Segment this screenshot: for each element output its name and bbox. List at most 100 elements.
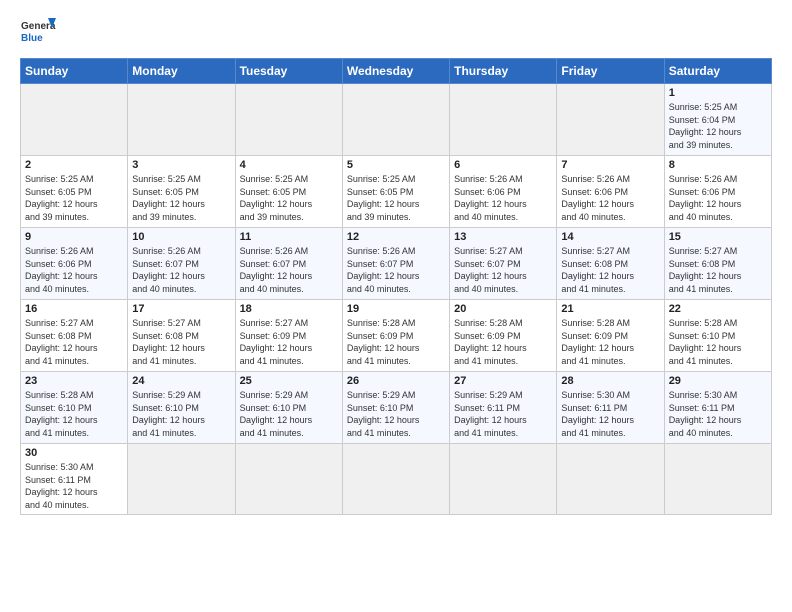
day-number: 12 xyxy=(347,231,445,243)
calendar-cell: 27Sunrise: 5:29 AMSunset: 6:11 PMDayligh… xyxy=(450,372,557,444)
calendar-cell xyxy=(235,84,342,156)
calendar-cell: 8Sunrise: 5:26 AMSunset: 6:06 PMDaylight… xyxy=(664,156,771,228)
day-info: Sunrise: 5:26 AMSunset: 6:06 PMDaylight:… xyxy=(454,173,552,223)
logo-container: General Blue xyxy=(20,16,56,52)
day-info: Sunrise: 5:30 AMSunset: 6:11 PMDaylight:… xyxy=(25,461,123,511)
day-number: 21 xyxy=(561,303,659,315)
header-cell-tuesday: Tuesday xyxy=(235,59,342,84)
day-info: Sunrise: 5:26 AMSunset: 6:06 PMDaylight:… xyxy=(25,245,123,295)
calendar-cell xyxy=(342,84,449,156)
day-info: Sunrise: 5:26 AMSunset: 6:07 PMDaylight:… xyxy=(347,245,445,295)
day-number: 25 xyxy=(240,375,338,387)
calendar-cell: 30 Sunrise: 5:30 AMSunset: 6:11 PMDayligh… xyxy=(21,444,128,515)
calendar-cell: 14 Sunrise: 5:27 AMSunset: 6:08 PMDayligh… xyxy=(557,228,664,300)
calendar-cell xyxy=(664,444,771,515)
calendar-week-2: 2Sunrise: 5:25 AMSunset: 6:05 PMDaylight… xyxy=(21,156,772,228)
day-number: 17 xyxy=(132,303,230,315)
calendar-cell xyxy=(450,84,557,156)
calendar-cell: 25 Sunrise: 5:29 AMSunset: 6:10 PMDayligh… xyxy=(235,372,342,444)
calendar-cell: 28 Sunrise: 5:30 AMSunset: 6:11 PMDayligh… xyxy=(557,372,664,444)
calendar-cell: 29Sunrise: 5:30 AMSunset: 6:11 PMDayligh… xyxy=(664,372,771,444)
calendar-cell: 20 Sunrise: 5:28 AMSunset: 6:09 PMDayligh… xyxy=(450,300,557,372)
day-info: Sunrise: 5:29 AMSunset: 6:10 PMDaylight:… xyxy=(132,389,230,439)
day-info: Sunrise: 5:27 AMSunset: 6:07 PMDaylight:… xyxy=(454,245,552,295)
calendar-cell: 10Sunrise: 5:26 AMSunset: 6:07 PMDayligh… xyxy=(128,228,235,300)
day-number: 20 xyxy=(454,303,552,315)
header-cell-monday: Monday xyxy=(128,59,235,84)
day-info: Sunrise: 5:29 AMSunset: 6:10 PMDaylight:… xyxy=(347,389,445,439)
calendar-cell xyxy=(557,444,664,515)
page-header: General Blue xyxy=(20,16,772,52)
day-info: Sunrise: 5:28 AMSunset: 6:09 PMDaylight:… xyxy=(561,317,659,367)
day-number: 14 xyxy=(561,231,659,243)
calendar-cell: 7Sunrise: 5:26 AMSunset: 6:06 PMDaylight… xyxy=(557,156,664,228)
day-number: 29 xyxy=(669,375,767,387)
day-number: 6 xyxy=(454,159,552,171)
day-info: Sunrise: 5:25 AMSunset: 6:05 PMDaylight:… xyxy=(25,173,123,223)
header-cell-thursday: Thursday xyxy=(450,59,557,84)
header-cell-wednesday: Wednesday xyxy=(342,59,449,84)
calendar-cell: 18 Sunrise: 5:27 AMSunset: 6:09 PMDayligh… xyxy=(235,300,342,372)
header-row: SundayMondayTuesdayWednesdayThursdayFrid… xyxy=(21,59,772,84)
calendar-cell: 3 Sunrise: 5:25 AMSunset: 6:05 PMDaylight… xyxy=(128,156,235,228)
calendar-cell xyxy=(21,84,128,156)
calendar-cell: 16Sunrise: 5:27 AMSunset: 6:08 PMDayligh… xyxy=(21,300,128,372)
calendar-week-3: 9 Sunrise: 5:26 AMSunset: 6:06 PMDaylight… xyxy=(21,228,772,300)
calendar-cell xyxy=(128,444,235,515)
day-info: Sunrise: 5:25 AMSunset: 6:05 PMDaylight:… xyxy=(240,173,338,223)
day-info: Sunrise: 5:29 AMSunset: 6:11 PMDaylight:… xyxy=(454,389,552,439)
calendar-cell: 21 Sunrise: 5:28 AMSunset: 6:09 PMDayligh… xyxy=(557,300,664,372)
calendar-week-4: 16Sunrise: 5:27 AMSunset: 6:08 PMDayligh… xyxy=(21,300,772,372)
calendar-cell: 6 Sunrise: 5:26 AMSunset: 6:06 PMDaylight… xyxy=(450,156,557,228)
logo: General Blue xyxy=(20,16,56,52)
calendar-cell: 17Sunrise: 5:27 AMSunset: 6:08 PMDayligh… xyxy=(128,300,235,372)
day-number: 13 xyxy=(454,231,552,243)
day-number: 1 xyxy=(669,87,767,99)
calendar-cell: 19Sunrise: 5:28 AMSunset: 6:09 PMDayligh… xyxy=(342,300,449,372)
calendar-week-1: 1 Sunrise: 5:25 AMSunset: 6:04 PMDaylight… xyxy=(21,84,772,156)
day-info: Sunrise: 5:26 AMSunset: 6:06 PMDaylight:… xyxy=(669,173,767,223)
day-number: 24 xyxy=(132,375,230,387)
day-info: Sunrise: 5:27 AMSunset: 6:09 PMDaylight:… xyxy=(240,317,338,367)
calendar-week-6: 30 Sunrise: 5:30 AMSunset: 6:11 PMDayligh… xyxy=(21,444,772,515)
day-info: Sunrise: 5:26 AMSunset: 6:07 PMDaylight:… xyxy=(240,245,338,295)
calendar-week-5: 23Sunrise: 5:28 AMSunset: 6:10 PMDayligh… xyxy=(21,372,772,444)
calendar-cell: 26 Sunrise: 5:29 AMSunset: 6:10 PMDayligh… xyxy=(342,372,449,444)
day-info: Sunrise: 5:25 AMSunset: 6:04 PMDaylight:… xyxy=(669,101,767,151)
day-info: Sunrise: 5:28 AMSunset: 6:09 PMDaylight:… xyxy=(454,317,552,367)
calendar-cell xyxy=(128,84,235,156)
calendar-cell: 5Sunrise: 5:25 AMSunset: 6:05 PMDaylight… xyxy=(342,156,449,228)
day-info: Sunrise: 5:27 AMSunset: 6:08 PMDaylight:… xyxy=(561,245,659,295)
calendar-cell: 1 Sunrise: 5:25 AMSunset: 6:04 PMDaylight… xyxy=(664,84,771,156)
day-info: Sunrise: 5:26 AMSunset: 6:06 PMDaylight:… xyxy=(561,173,659,223)
day-info: Sunrise: 5:26 AMSunset: 6:07 PMDaylight:… xyxy=(132,245,230,295)
day-number: 26 xyxy=(347,375,445,387)
header-cell-saturday: Saturday xyxy=(664,59,771,84)
day-number: 23 xyxy=(25,375,123,387)
day-number: 3 xyxy=(132,159,230,171)
logo-svg: General Blue xyxy=(20,16,56,52)
svg-text:Blue: Blue xyxy=(21,33,43,44)
calendar-cell: 23Sunrise: 5:28 AMSunset: 6:10 PMDayligh… xyxy=(21,372,128,444)
day-number: 9 xyxy=(25,231,123,243)
day-number: 4 xyxy=(240,159,338,171)
day-info: Sunrise: 5:30 AMSunset: 6:11 PMDaylight:… xyxy=(561,389,659,439)
day-info: Sunrise: 5:25 AMSunset: 6:05 PMDaylight:… xyxy=(132,173,230,223)
day-info: Sunrise: 5:27 AMSunset: 6:08 PMDaylight:… xyxy=(669,245,767,295)
day-number: 28 xyxy=(561,375,659,387)
calendar-cell: 22Sunrise: 5:28 AMSunset: 6:10 PMDayligh… xyxy=(664,300,771,372)
day-info: Sunrise: 5:27 AMSunset: 6:08 PMDaylight:… xyxy=(25,317,123,367)
day-number: 30 xyxy=(25,447,123,459)
calendar-cell xyxy=(235,444,342,515)
day-number: 15 xyxy=(669,231,767,243)
day-number: 18 xyxy=(240,303,338,315)
day-info: Sunrise: 5:28 AMSunset: 6:09 PMDaylight:… xyxy=(347,317,445,367)
calendar-cell: 11Sunrise: 5:26 AMSunset: 6:07 PMDayligh… xyxy=(235,228,342,300)
day-info: Sunrise: 5:29 AMSunset: 6:10 PMDaylight:… xyxy=(240,389,338,439)
calendar-cell: 15 Sunrise: 5:27 AMSunset: 6:08 PMDayligh… xyxy=(664,228,771,300)
calendar-cell: 4 Sunrise: 5:25 AMSunset: 6:05 PMDaylight… xyxy=(235,156,342,228)
calendar-table: SundayMondayTuesdayWednesdayThursdayFrid… xyxy=(20,58,772,515)
header-cell-sunday: Sunday xyxy=(21,59,128,84)
day-info: Sunrise: 5:25 AMSunset: 6:05 PMDaylight:… xyxy=(347,173,445,223)
calendar-cell xyxy=(342,444,449,515)
